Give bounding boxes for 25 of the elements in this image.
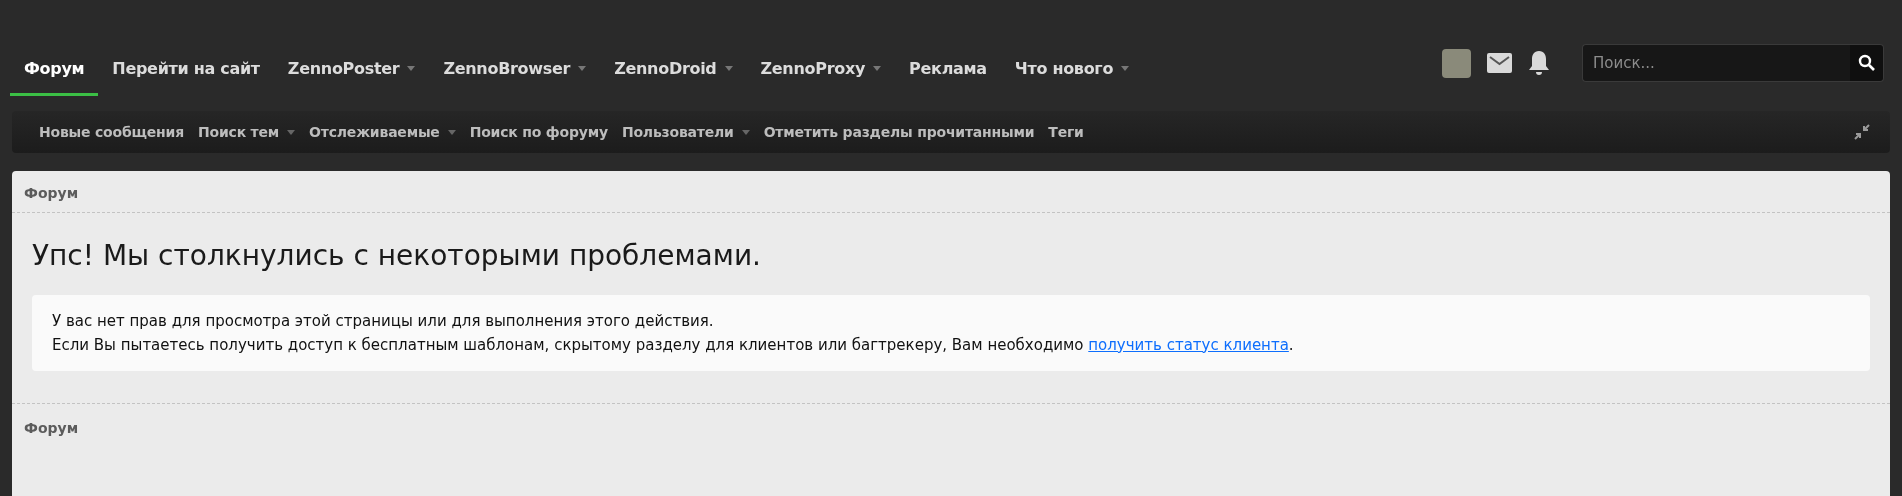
subnav-link[interactable]: Пользователи [614, 111, 757, 153]
collapse-icon[interactable] [1854, 124, 1870, 140]
avatar-placeholder[interactable] [1442, 48, 1471, 78]
nav-tab[interactable]: ZennoPoster [273, 44, 430, 96]
client-status-link[interactable]: получить статус клиента [1088, 335, 1289, 354]
nav-tab[interactable]: ZennoProxy [746, 44, 896, 96]
subnav-link[interactable]: Поиск тем [191, 111, 303, 153]
nav-tab[interactable]: Что нового [1000, 44, 1144, 96]
nav-tab[interactable]: Форум [10, 44, 99, 96]
message-text: Если Вы пытаетесь получить доступ к бесплатным шаблонам, скрытому разделу для клиентов или багтрекеру, Вам необходимо получить статус клиента. [52, 334, 1295, 356]
bell-icon[interactable] [1528, 50, 1550, 76]
nav-tab[interactable]: ZennoDroid [600, 44, 747, 96]
subnav-link[interactable]: Отслеживаемые [302, 111, 463, 153]
nav-tab[interactable]: Перейти на сайт [98, 44, 274, 96]
subnav-link[interactable]: Отметить разделы прочитанными [756, 111, 1042, 153]
mail-icon[interactable] [1487, 53, 1512, 73]
subnav-link[interactable]: Новые сообщения [32, 111, 191, 153]
message-text: У вас нет прав для просмотра этой страницы или для выполнения этого действия. [52, 310, 715, 332]
breadcrumb-link[interactable]: Форум [24, 185, 79, 201]
breadcrumb-link[interactable]: Форум [24, 419, 79, 436]
nav-tab[interactable]: Реклама [895, 44, 1001, 96]
subnav-link[interactable]: Теги [1041, 111, 1091, 153]
subnav-link[interactable]: Поиск по форуму [462, 111, 615, 153]
error-heading: Упс! Мы столкнулись с некоторыми проблемами. [32, 239, 762, 273]
nav-tab[interactable]: ZennoBrowser [429, 44, 601, 96]
